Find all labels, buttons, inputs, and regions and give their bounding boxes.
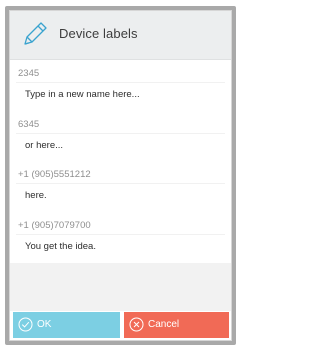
ok-button[interactable]: OK (13, 312, 120, 338)
device-label-input[interactable] (16, 183, 225, 205)
pencil-icon (24, 22, 47, 45)
empty-area (10, 263, 231, 311)
device-label-value[interactable]: You get the idea. (25, 241, 96, 252)
x-circle-icon (129, 317, 144, 332)
dialog-title: Device labels (59, 26, 138, 41)
cancel-button[interactable]: Cancel (124, 312, 229, 338)
dialog-header: Device labels (10, 11, 231, 60)
device-number: +1 (905)5551212 (18, 169, 91, 180)
device-label-value[interactable]: here. (25, 190, 47, 201)
device-labels-dialog: Device labels 2345 Type in a new name he… (9, 10, 232, 341)
cancel-label: Cancel (148, 319, 180, 330)
device-number: +1 (905)7079700 (18, 220, 91, 231)
check-circle-icon (18, 317, 33, 332)
device-number: 6345 (18, 119, 40, 130)
list-item: +1 (905)5551212 here. (10, 161, 231, 207)
list-item: 6345 or here... (10, 111, 231, 157)
device-number: 2345 (18, 68, 40, 79)
device-label-value[interactable]: Type in a new name here... (25, 89, 140, 100)
ok-label: OK (37, 319, 52, 330)
list-item: 2345 Type in a new name here... (10, 60, 231, 106)
device-label-value[interactable]: or here... (25, 140, 63, 151)
list-item: +1 (905)7079700 You get the idea. (10, 212, 231, 258)
